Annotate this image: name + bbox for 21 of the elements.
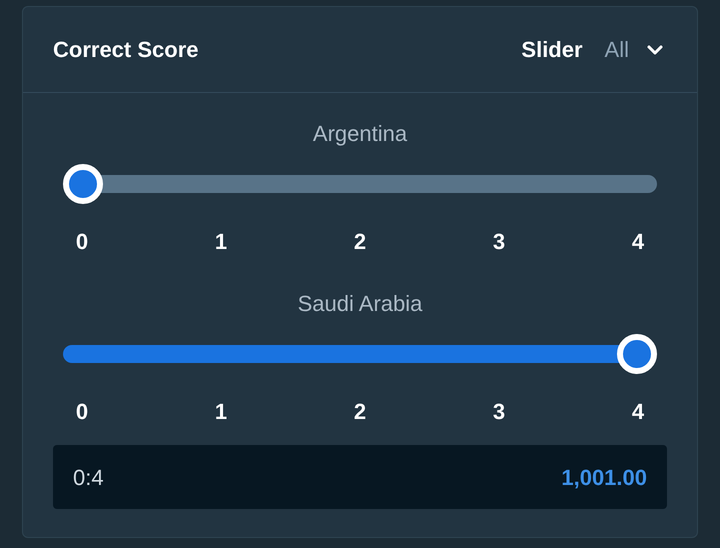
score-text: 0:4 (73, 464, 104, 492)
team-name: Argentina (312, 123, 408, 145)
tick-label: 0 (74, 231, 90, 253)
slider-thumb[interactable] (617, 334, 657, 374)
tick-label: 3 (492, 231, 506, 253)
tick-label: 4 (630, 401, 646, 423)
tick-label: 3 (492, 401, 506, 423)
filter-dropdown[interactable]: All (604, 33, 667, 66)
tick-label: 2 (352, 231, 368, 253)
odds-text: 1,001.00 (561, 464, 647, 492)
tick-label: 2 (352, 401, 368, 423)
tick-label: 4 (630, 231, 646, 253)
mode-label: Slider (521, 36, 583, 64)
tick-label: 1 (214, 401, 228, 423)
team-name: Saudi Arabia (298, 293, 422, 315)
card-title: Correct Score (53, 36, 199, 64)
slider[interactable] (63, 334, 657, 374)
slider[interactable] (63, 164, 657, 204)
slider-thumb[interactable] (63, 164, 103, 204)
tick-label: 1 (214, 231, 228, 253)
tick-label: 0 (74, 401, 90, 423)
